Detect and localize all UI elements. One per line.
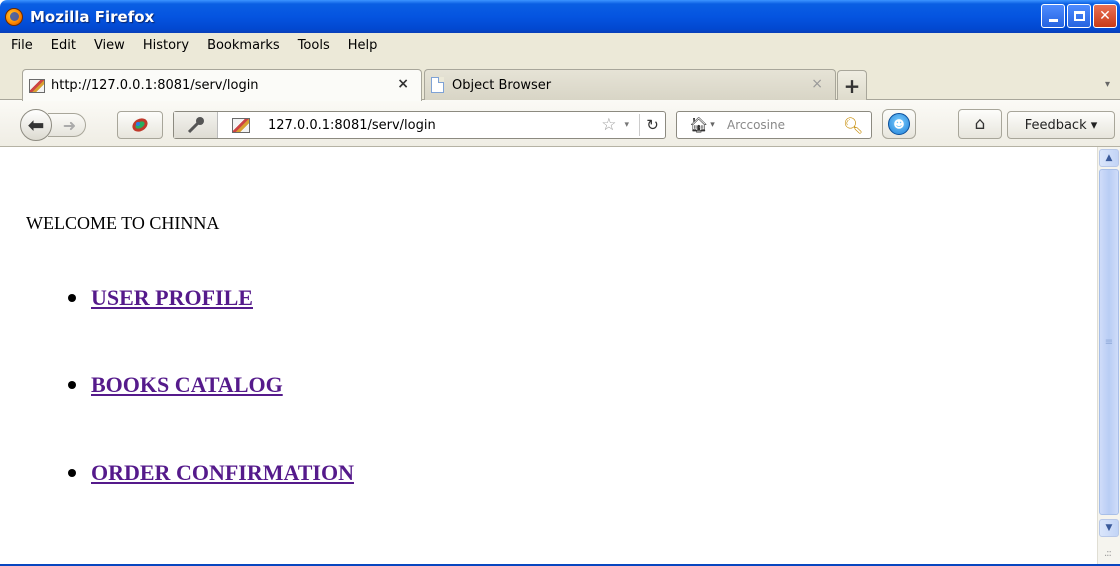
order-confirmation-link[interactable]: ORDER CONFIRMATION: [91, 460, 354, 486]
search-engine-selector[interactable]: 🏠︎ ▾: [677, 112, 727, 138]
search-input[interactable]: Arccosine: [727, 118, 843, 132]
tab-login[interactable]: http://127.0.0.1:8081/serv/login ×: [22, 69, 422, 101]
tab-close-icon[interactable]: ×: [397, 76, 409, 92]
key-glyph: [187, 117, 204, 134]
back-forward-group: ➜ ⬅: [20, 109, 112, 141]
tab-login-label: http://127.0.0.1:8081/serv/login: [51, 78, 259, 93]
window-controls: ✕: [1041, 4, 1117, 28]
menu-history[interactable]: History: [134, 38, 198, 53]
page-icon: [431, 77, 444, 93]
url-history-dropdown-icon[interactable]: ▾: [624, 120, 629, 130]
vertical-scrollbar[interactable]: ▲ ≡ ▼: [1097, 147, 1120, 566]
menu-bookmarks-label: Bookmarks: [207, 37, 280, 53]
menu-view[interactable]: View: [85, 38, 134, 53]
search-bar[interactable]: 🏠︎ ▾ Arccosine 🔍︎: [676, 111, 872, 139]
bookmark-star-icon[interactable]: ☆: [601, 115, 616, 135]
menu-edit-label: Edit: [50, 37, 76, 53]
bullet-icon: [68, 469, 76, 477]
maximize-icon: [1073, 11, 1085, 21]
window-titlebar[interactable]: Mozilla Firefox ✕: [0, 0, 1120, 33]
reload-icon[interactable]: ↻: [639, 114, 665, 136]
plus-icon: +: [843, 73, 861, 98]
feedback-label: Feedback ▾: [1024, 117, 1098, 133]
close-icon: ✕: [1099, 8, 1111, 24]
minimize-button[interactable]: [1041, 4, 1065, 28]
menu-bar: File Edit View History Bookmarks Tools H…: [0, 33, 1120, 57]
scroll-thumb[interactable]: ≡: [1099, 169, 1119, 515]
magnifier-icon[interactable]: 🔍︎: [843, 116, 871, 135]
bullet-icon: [68, 294, 76, 302]
menu-edit[interactable]: Edit: [42, 38, 85, 53]
emoji-addon-button[interactable]: ☻: [882, 109, 916, 139]
site-favicon-icon: [29, 78, 45, 93]
back-button[interactable]: ⬅: [20, 109, 52, 141]
tab-list-dropdown-icon[interactable]: ▾: [1105, 79, 1110, 90]
tab-object-browser-label: Object Browser: [452, 77, 552, 93]
user-profile-link[interactable]: USER PROFILE: [91, 285, 253, 311]
url-text[interactable]: 127.0.0.1:8081/serv/login: [268, 118, 601, 133]
forward-arrow-icon: ➜: [62, 115, 77, 135]
menu-file[interactable]: File: [2, 38, 42, 53]
bullet-icon: [68, 381, 76, 389]
menu-help[interactable]: Help: [339, 38, 387, 53]
tab-bar: http://127.0.0.1:8081/serv/login × Objec…: [0, 57, 1120, 101]
books-catalog-link[interactable]: BOOKS CATALOG: [91, 372, 283, 398]
tab-object-browser[interactable]: Object Browser ×: [424, 69, 836, 100]
close-button[interactable]: ✕: [1093, 4, 1117, 28]
menu-history-label: History: [142, 37, 190, 53]
minimize-icon: [1048, 19, 1058, 22]
smiley-icon: ☻: [888, 113, 910, 135]
menu-tools[interactable]: Tools: [289, 38, 339, 53]
new-tab-button[interactable]: +: [837, 70, 867, 100]
chevron-down-icon: ▾: [710, 120, 715, 130]
list-item: USER PROFILE: [58, 285, 253, 311]
home-search-engine-icon: 🏠︎: [689, 116, 709, 134]
tab-close-icon[interactable]: ×: [811, 76, 823, 92]
home-icon: ⌂: [974, 114, 986, 134]
scroll-down-icon[interactable]: ▼: [1099, 519, 1119, 537]
menu-bookmarks[interactable]: Bookmarks: [198, 38, 289, 53]
addon-icon: [132, 118, 148, 132]
site-favicon-icon: [232, 117, 250, 133]
menu-view-label: View: [93, 37, 125, 53]
page-content: WELCOME TO CHINNA USER PROFILE BOOKS CAT…: [0, 147, 1097, 566]
forward-button[interactable]: ➜: [48, 113, 86, 137]
list-item: BOOKS CATALOG: [58, 372, 283, 398]
menu-file-label: File: [11, 37, 33, 53]
feedback-button[interactable]: Feedback ▾: [1007, 111, 1115, 139]
maximize-button[interactable]: [1067, 4, 1091, 28]
back-arrow-icon: ⬅: [27, 113, 45, 137]
resize-grip-icon[interactable]: .::: [1104, 548, 1112, 559]
menu-tools-label: Tools: [297, 37, 330, 53]
scroll-up-icon[interactable]: ▲: [1099, 149, 1119, 167]
menu-help-label: Help: [347, 37, 378, 53]
firefox-icon: [5, 7, 23, 26]
welcome-heading: WELCOME TO CHINNA: [26, 213, 220, 233]
url-bar[interactable]: 127.0.0.1:8081/serv/login ☆ ▾ ↻: [173, 111, 666, 139]
home-button[interactable]: ⌂: [958, 109, 1002, 139]
window-title: Mozilla Firefox: [30, 7, 155, 26]
navigation-toolbar: ➜ ⬅ 127.0.0.1:8081/serv/login ☆ ▾ ↻ 🏠︎ ▾ …: [0, 100, 1120, 147]
identity-key-icon[interactable]: [174, 112, 218, 138]
list-item: ORDER CONFIRMATION: [58, 460, 354, 486]
addon-button[interactable]: [117, 111, 163, 139]
